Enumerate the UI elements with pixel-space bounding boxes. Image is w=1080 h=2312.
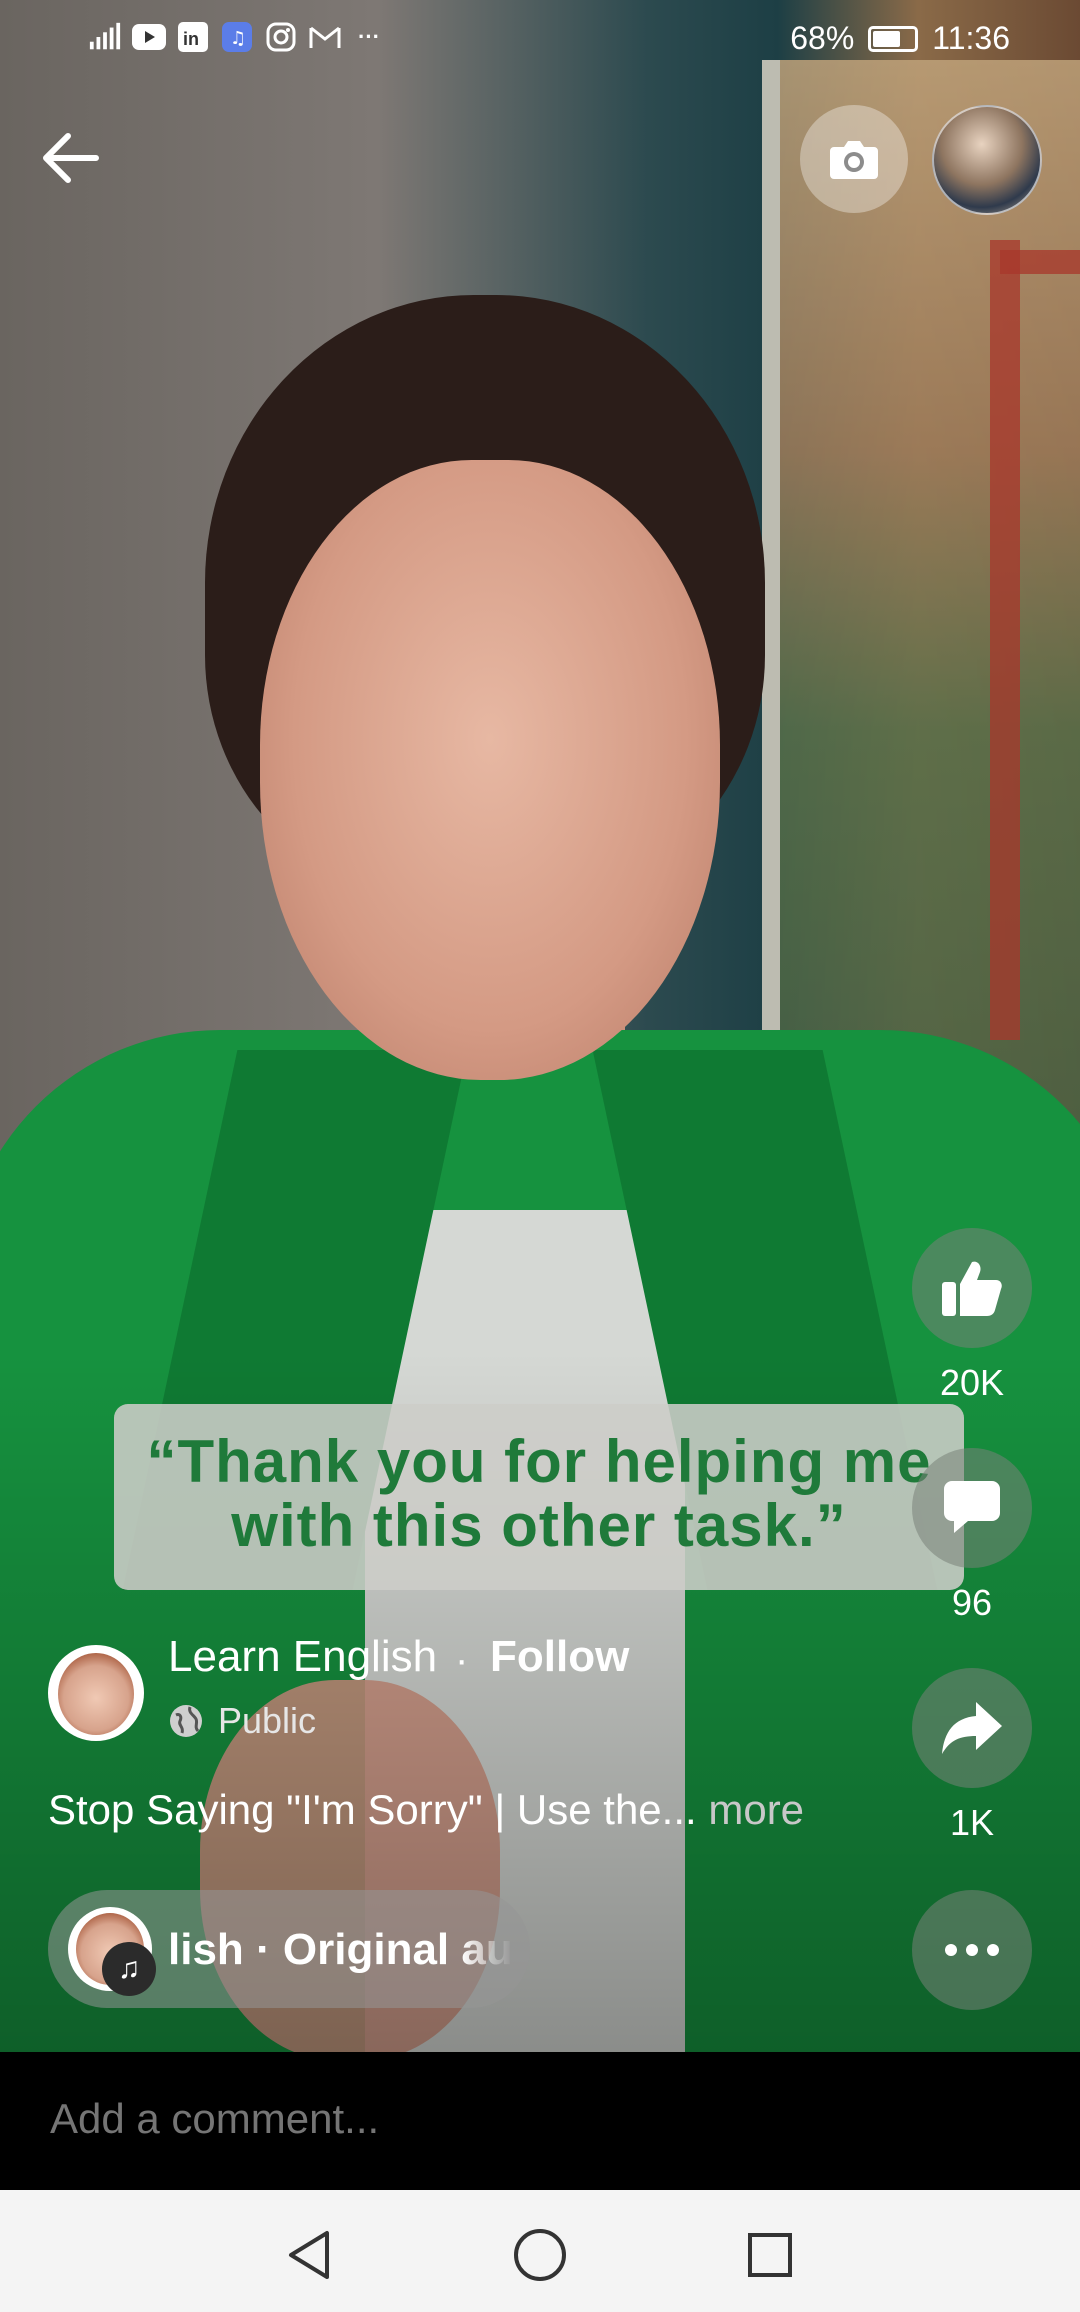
audio-title: lish · Original au	[168, 1925, 513, 1974]
share-count: 1K	[949, 1802, 995, 1843]
globe-icon	[170, 1705, 202, 1737]
more-notifications-icon: ···	[358, 24, 380, 49]
battery-level	[873, 30, 901, 47]
status-icons-left: in ♫ ···	[88, 20, 386, 54]
status-icons-right: 68% 11:36	[790, 20, 1010, 57]
author-avatar[interactable]	[48, 1645, 144, 1741]
separator-dot: ·	[455, 1638, 469, 1682]
background-bridge	[990, 240, 1020, 1040]
instagram-icon	[264, 20, 298, 54]
original-audio-button[interactable]: ♫ lish · Original au	[48, 1890, 530, 2008]
presenter-face	[260, 460, 720, 1080]
battery-icon	[868, 25, 919, 52]
video-caption: “Thank you for helping me with this othe…	[114, 1404, 964, 1590]
audience-label: Public	[218, 1700, 317, 1741]
camera-icon	[830, 141, 878, 179]
share-arrow-icon	[942, 1702, 1002, 1754]
background-bridge-beam	[1000, 250, 1080, 274]
signal-icon	[88, 20, 122, 54]
comment-bubble-icon	[944, 1481, 1000, 1533]
youtube-icon	[132, 20, 166, 54]
comment-button[interactable]	[912, 1448, 1032, 1568]
svg-text:♫: ♫	[230, 28, 246, 49]
battery-percent: 68%	[790, 20, 855, 56]
ellipsis-icon	[945, 1944, 999, 1956]
clock: 11:36	[932, 20, 1010, 56]
comment-action: 96	[912, 1448, 1032, 1624]
description-text: Stop Saying "I'm Sorry" | Use the...	[48, 1786, 697, 1833]
nav-recents-icon[interactable]	[735, 2220, 805, 2290]
comment-input[interactable]	[48, 2094, 952, 2144]
like-button[interactable]	[912, 1228, 1032, 1348]
share-action: 1K	[912, 1668, 1032, 1844]
gmail-icon	[308, 20, 342, 54]
nav-home-icon[interactable]	[505, 2220, 575, 2290]
music-note-icon: ♫	[102, 1942, 156, 1996]
linkedin-icon: in	[176, 20, 210, 54]
like-action: 20K	[912, 1228, 1032, 1404]
profile-avatar[interactable]	[932, 105, 1042, 215]
music-app-icon: ♫	[220, 20, 254, 54]
author-avatar-face	[58, 1653, 134, 1735]
share-button[interactable]	[912, 1668, 1032, 1788]
comment-count: 96	[951, 1582, 993, 1623]
audience-row: Public	[168, 1700, 316, 1742]
follow-button[interactable]: Follow	[490, 1632, 629, 1682]
post-description[interactable]: Stop Saying "I'm Sorry" | Use the... mor…	[48, 1786, 804, 1834]
svg-text:in: in	[183, 29, 199, 49]
more-options-button[interactable]	[912, 1890, 1032, 2010]
back-arrow-icon[interactable]	[38, 128, 108, 188]
nav-back-icon[interactable]	[274, 2220, 344, 2290]
author-name[interactable]: Learn English	[168, 1632, 437, 1682]
status-bar: in ♫ ··· 68% 11:36	[0, 0, 1080, 80]
background-painting	[762, 60, 1080, 1180]
system-nav-bar	[0, 2190, 1080, 2312]
comment-bar	[0, 2052, 1080, 2190]
more-link[interactable]: more	[708, 1786, 804, 1833]
camera-button[interactable]	[800, 105, 908, 213]
thumbs-up-icon	[942, 1261, 1002, 1316]
like-count: 20K	[939, 1362, 1005, 1403]
